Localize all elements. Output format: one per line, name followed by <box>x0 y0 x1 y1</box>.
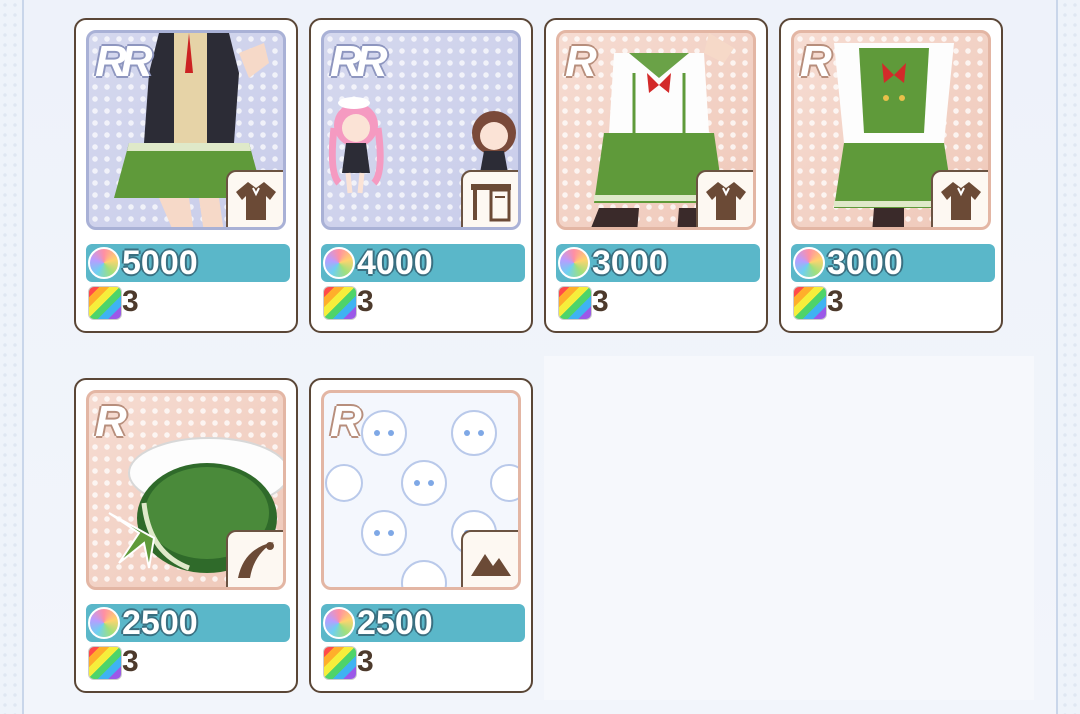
price-bar: 2500 <box>86 604 290 642</box>
quantity-value: 3 <box>827 285 844 318</box>
item-image-6: R <box>321 390 521 590</box>
price-bar: 5000 <box>86 244 290 282</box>
quantity-row: 3 <box>86 644 290 680</box>
price-value: 3000 <box>827 244 903 282</box>
quantity-value: 3 <box>592 285 609 318</box>
quantity-row: 3 <box>791 284 995 320</box>
item-image-1: RR <box>86 30 286 230</box>
shirt-icon <box>696 170 753 227</box>
price-bar: 2500 <box>321 604 525 642</box>
item-image-2: RR <box>321 30 521 230</box>
empty-grid-area <box>544 356 1034 700</box>
quantity-value: 3 <box>357 645 374 678</box>
rarity-badge: R <box>565 37 597 86</box>
item-image-5: R <box>86 390 286 590</box>
item-image-3: R <box>556 30 756 230</box>
accessory-icon <box>226 530 283 587</box>
quantity-row: 3 <box>321 284 525 320</box>
shop-item-card-4[interactable]: R 3000 3 <box>779 18 1003 333</box>
rainbow-shell-icon <box>88 247 120 279</box>
price-bar: 3000 <box>556 244 760 282</box>
price-bar: 3000 <box>791 244 995 282</box>
rainbow-shell-icon <box>558 247 590 279</box>
price-value: 5000 <box>122 244 198 282</box>
shop-item-card-6[interactable]: R 2500 3 <box>309 378 533 693</box>
quantity-row: 3 <box>86 284 290 320</box>
rainbow-tile-icon <box>793 286 827 320</box>
quantity-row: 3 <box>556 284 760 320</box>
shop-item-card-1[interactable]: RR 5000 3 <box>74 18 298 333</box>
shop-item-card-2[interactable]: RR 4000 3 <box>309 18 533 333</box>
rarity-badge: RR <box>330 37 388 86</box>
rainbow-shell-icon <box>793 247 825 279</box>
rainbow-tile-icon <box>88 286 122 320</box>
rarity-badge: R <box>95 397 127 446</box>
rarity-badge: R <box>800 37 832 86</box>
furniture-icon <box>461 170 518 227</box>
rainbow-tile-icon <box>88 646 122 680</box>
rainbow-tile-icon <box>558 286 592 320</box>
rainbow-shell-icon <box>323 607 355 639</box>
rainbow-tile-icon <box>323 286 357 320</box>
rainbow-shell-icon <box>323 247 355 279</box>
shirt-icon <box>226 170 283 227</box>
quantity-value: 3 <box>122 285 139 318</box>
shop-item-card-3[interactable]: R 3000 3 <box>544 18 768 333</box>
rainbow-shell-icon <box>88 607 120 639</box>
price-value: 3000 <box>592 244 668 282</box>
quantity-value: 3 <box>122 645 139 678</box>
background-icon <box>461 530 518 587</box>
price-value: 2500 <box>357 604 433 642</box>
price-value: 2500 <box>122 604 198 642</box>
rarity-badge: RR <box>95 37 153 86</box>
price-bar: 4000 <box>321 244 525 282</box>
price-value: 4000 <box>357 244 433 282</box>
shirt-icon <box>931 170 988 227</box>
rainbow-tile-icon <box>323 646 357 680</box>
item-image-4: R <box>791 30 991 230</box>
quantity-row: 3 <box>321 644 525 680</box>
rarity-badge: R <box>330 397 362 446</box>
shop-item-card-5[interactable]: R 2500 3 <box>74 378 298 693</box>
quantity-value: 3 <box>357 285 374 318</box>
